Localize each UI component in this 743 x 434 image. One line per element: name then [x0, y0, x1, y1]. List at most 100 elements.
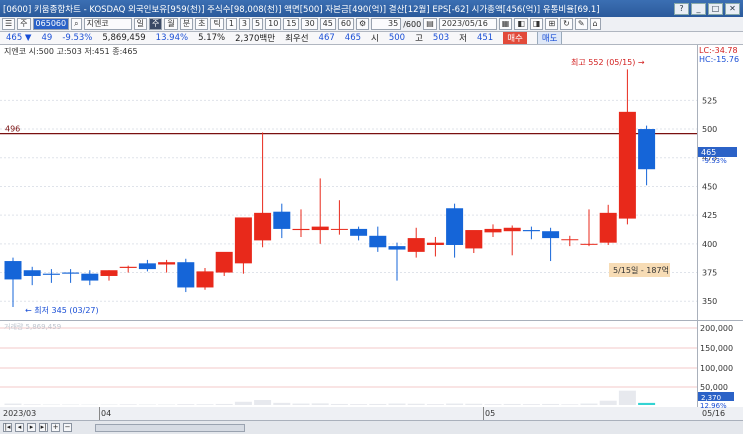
volume-bar: [100, 404, 118, 405]
scroll-right-icon[interactable]: ▸: [27, 423, 36, 432]
interval-3-button[interactable]: 3: [238, 18, 251, 30]
minimize-icon[interactable]: _: [691, 2, 706, 15]
volume-bar: [158, 404, 176, 405]
best-quote-label: 최우선: [285, 34, 309, 44]
x-label-1: 2023/03: [3, 409, 36, 418]
candle-body: [215, 251, 233, 273]
candle-body: [292, 228, 310, 231]
window-titlebar: [0600] 키움종합차트 - KOSDAQ 외국인보유[959(천)] 주식수…: [0, 0, 743, 17]
volume-bar: [599, 400, 617, 405]
period-week-button[interactable]: 주: [148, 18, 163, 30]
volume-bar: [254, 399, 272, 405]
market-select[interactable]: 주: [17, 18, 31, 30]
scroll-last-icon[interactable]: ▸|: [39, 423, 48, 432]
stock-code-input[interactable]: 065060: [32, 18, 70, 30]
price-change-pct: -9.53%: [62, 33, 93, 43]
interval-15-button[interactable]: 15: [283, 18, 300, 30]
candlestick-chart[interactable]: 350375400425450475500525 지엔코 시:500 고:503…: [0, 45, 743, 420]
volume-bar: [350, 404, 368, 405]
volume-bar: [542, 403, 560, 405]
search-icon[interactable]: ⌕: [71, 18, 82, 30]
zoom-in-icon[interactable]: +: [51, 423, 60, 432]
volume-bar: [638, 402, 656, 405]
open-label: 시: [371, 34, 379, 44]
x-label-2: 04: [101, 409, 111, 418]
volume-bar: [580, 403, 598, 405]
volume-bar: [503, 403, 521, 405]
buy-button[interactable]: 매수: [503, 32, 527, 44]
sell-button[interactable]: 매도: [536, 32, 563, 44]
y-tick-label: 425: [702, 211, 717, 220]
volume-bar: [119, 404, 137, 405]
tool-icon-4[interactable]: ↻: [560, 18, 573, 30]
high-price: 503: [432, 33, 450, 43]
tool-icon-3[interactable]: ⊞: [545, 18, 559, 30]
interval-10-button[interactable]: 10: [265, 18, 282, 30]
hline-label: 496: [5, 125, 20, 134]
menu-icon[interactable]: ☰: [2, 18, 16, 30]
low-label: 저: [459, 34, 467, 44]
candle-body: [330, 228, 348, 230]
current-price: 465 ▼: [6, 33, 32, 43]
x-label-3: 05: [485, 409, 495, 418]
max-annotation: 최고 552 (05/15) →: [571, 57, 645, 67]
candle-body: [542, 231, 560, 239]
y-tick-label: 400: [702, 240, 717, 249]
scroll-left-icon[interactable]: ◂: [15, 423, 24, 432]
date-input[interactable]: 2023/05/16: [438, 18, 497, 30]
interval-1-button[interactable]: 1: [225, 18, 237, 30]
candle-body: [273, 211, 291, 229]
period-second-button[interactable]: 초: [195, 18, 209, 30]
stock-name: 지엔코: [83, 18, 132, 30]
candle-body: [4, 261, 22, 280]
chart-scrollbar[interactable]: [95, 423, 245, 432]
y-tick-label: 525: [702, 96, 717, 105]
close-icon[interactable]: ✕: [725, 2, 740, 15]
settings-icon[interactable]: ⚙: [356, 18, 370, 30]
vol-tick-3: 100,000: [700, 364, 733, 373]
volume-bar: [465, 403, 483, 405]
tool-icon-1[interactable]: ◧: [514, 18, 528, 30]
tool-icon-2[interactable]: ◨: [529, 18, 544, 30]
interval-30-button[interactable]: 30: [301, 18, 318, 30]
chart-type-icon[interactable]: ▤: [423, 18, 437, 30]
tool-icon-6[interactable]: ⌂: [589, 18, 601, 30]
interval-45-button[interactable]: 45: [319, 18, 336, 30]
price-tag-text: 465: [701, 148, 716, 157]
y-tick-label: 500: [702, 125, 717, 134]
interval-5-button[interactable]: 5: [252, 18, 264, 30]
period-month-button[interactable]: 월: [164, 18, 178, 30]
volume-bar: [292, 403, 310, 405]
period-minute-button[interactable]: 분: [179, 18, 194, 30]
period-tick-button[interactable]: 틱: [210, 18, 224, 30]
lc-label: LC:-34.78: [699, 46, 738, 55]
maximize-icon[interactable]: □: [708, 2, 723, 15]
period-day-button[interactable]: 일: [133, 18, 147, 30]
zoom-out-icon[interactable]: −: [63, 423, 72, 432]
open-price: 500: [388, 33, 406, 43]
volume-bar: [522, 404, 540, 405]
volume-header: 거래량 5,869,459: [4, 322, 61, 331]
candle-body: [234, 217, 252, 264]
count-total: /600: [403, 19, 422, 29]
volume-bar: [311, 403, 329, 405]
tool-icon-5[interactable]: ✎: [574, 18, 588, 30]
calendar-icon[interactable]: ▦: [498, 18, 513, 30]
candle-body: [446, 208, 464, 245]
candle-body: [42, 273, 60, 275]
count-input[interactable]: 35: [371, 18, 402, 30]
volume-pane: [0, 321, 697, 407]
candle-body: [503, 227, 521, 232]
price-pane: [0, 45, 697, 320]
candle-body: [561, 239, 579, 241]
y-tick-label: 450: [702, 182, 717, 191]
help-icon[interactable]: ?: [674, 2, 689, 15]
scroll-first-icon[interactable]: |◂: [3, 423, 12, 432]
candle-body: [350, 228, 368, 236]
volume-bar: [273, 402, 291, 405]
volume-ratio: 5.17%: [198, 33, 226, 43]
interval-60-button[interactable]: 60: [337, 18, 355, 30]
high-label: 고: [415, 34, 423, 44]
candle-body: [62, 272, 80, 274]
candle-body: [426, 242, 444, 245]
